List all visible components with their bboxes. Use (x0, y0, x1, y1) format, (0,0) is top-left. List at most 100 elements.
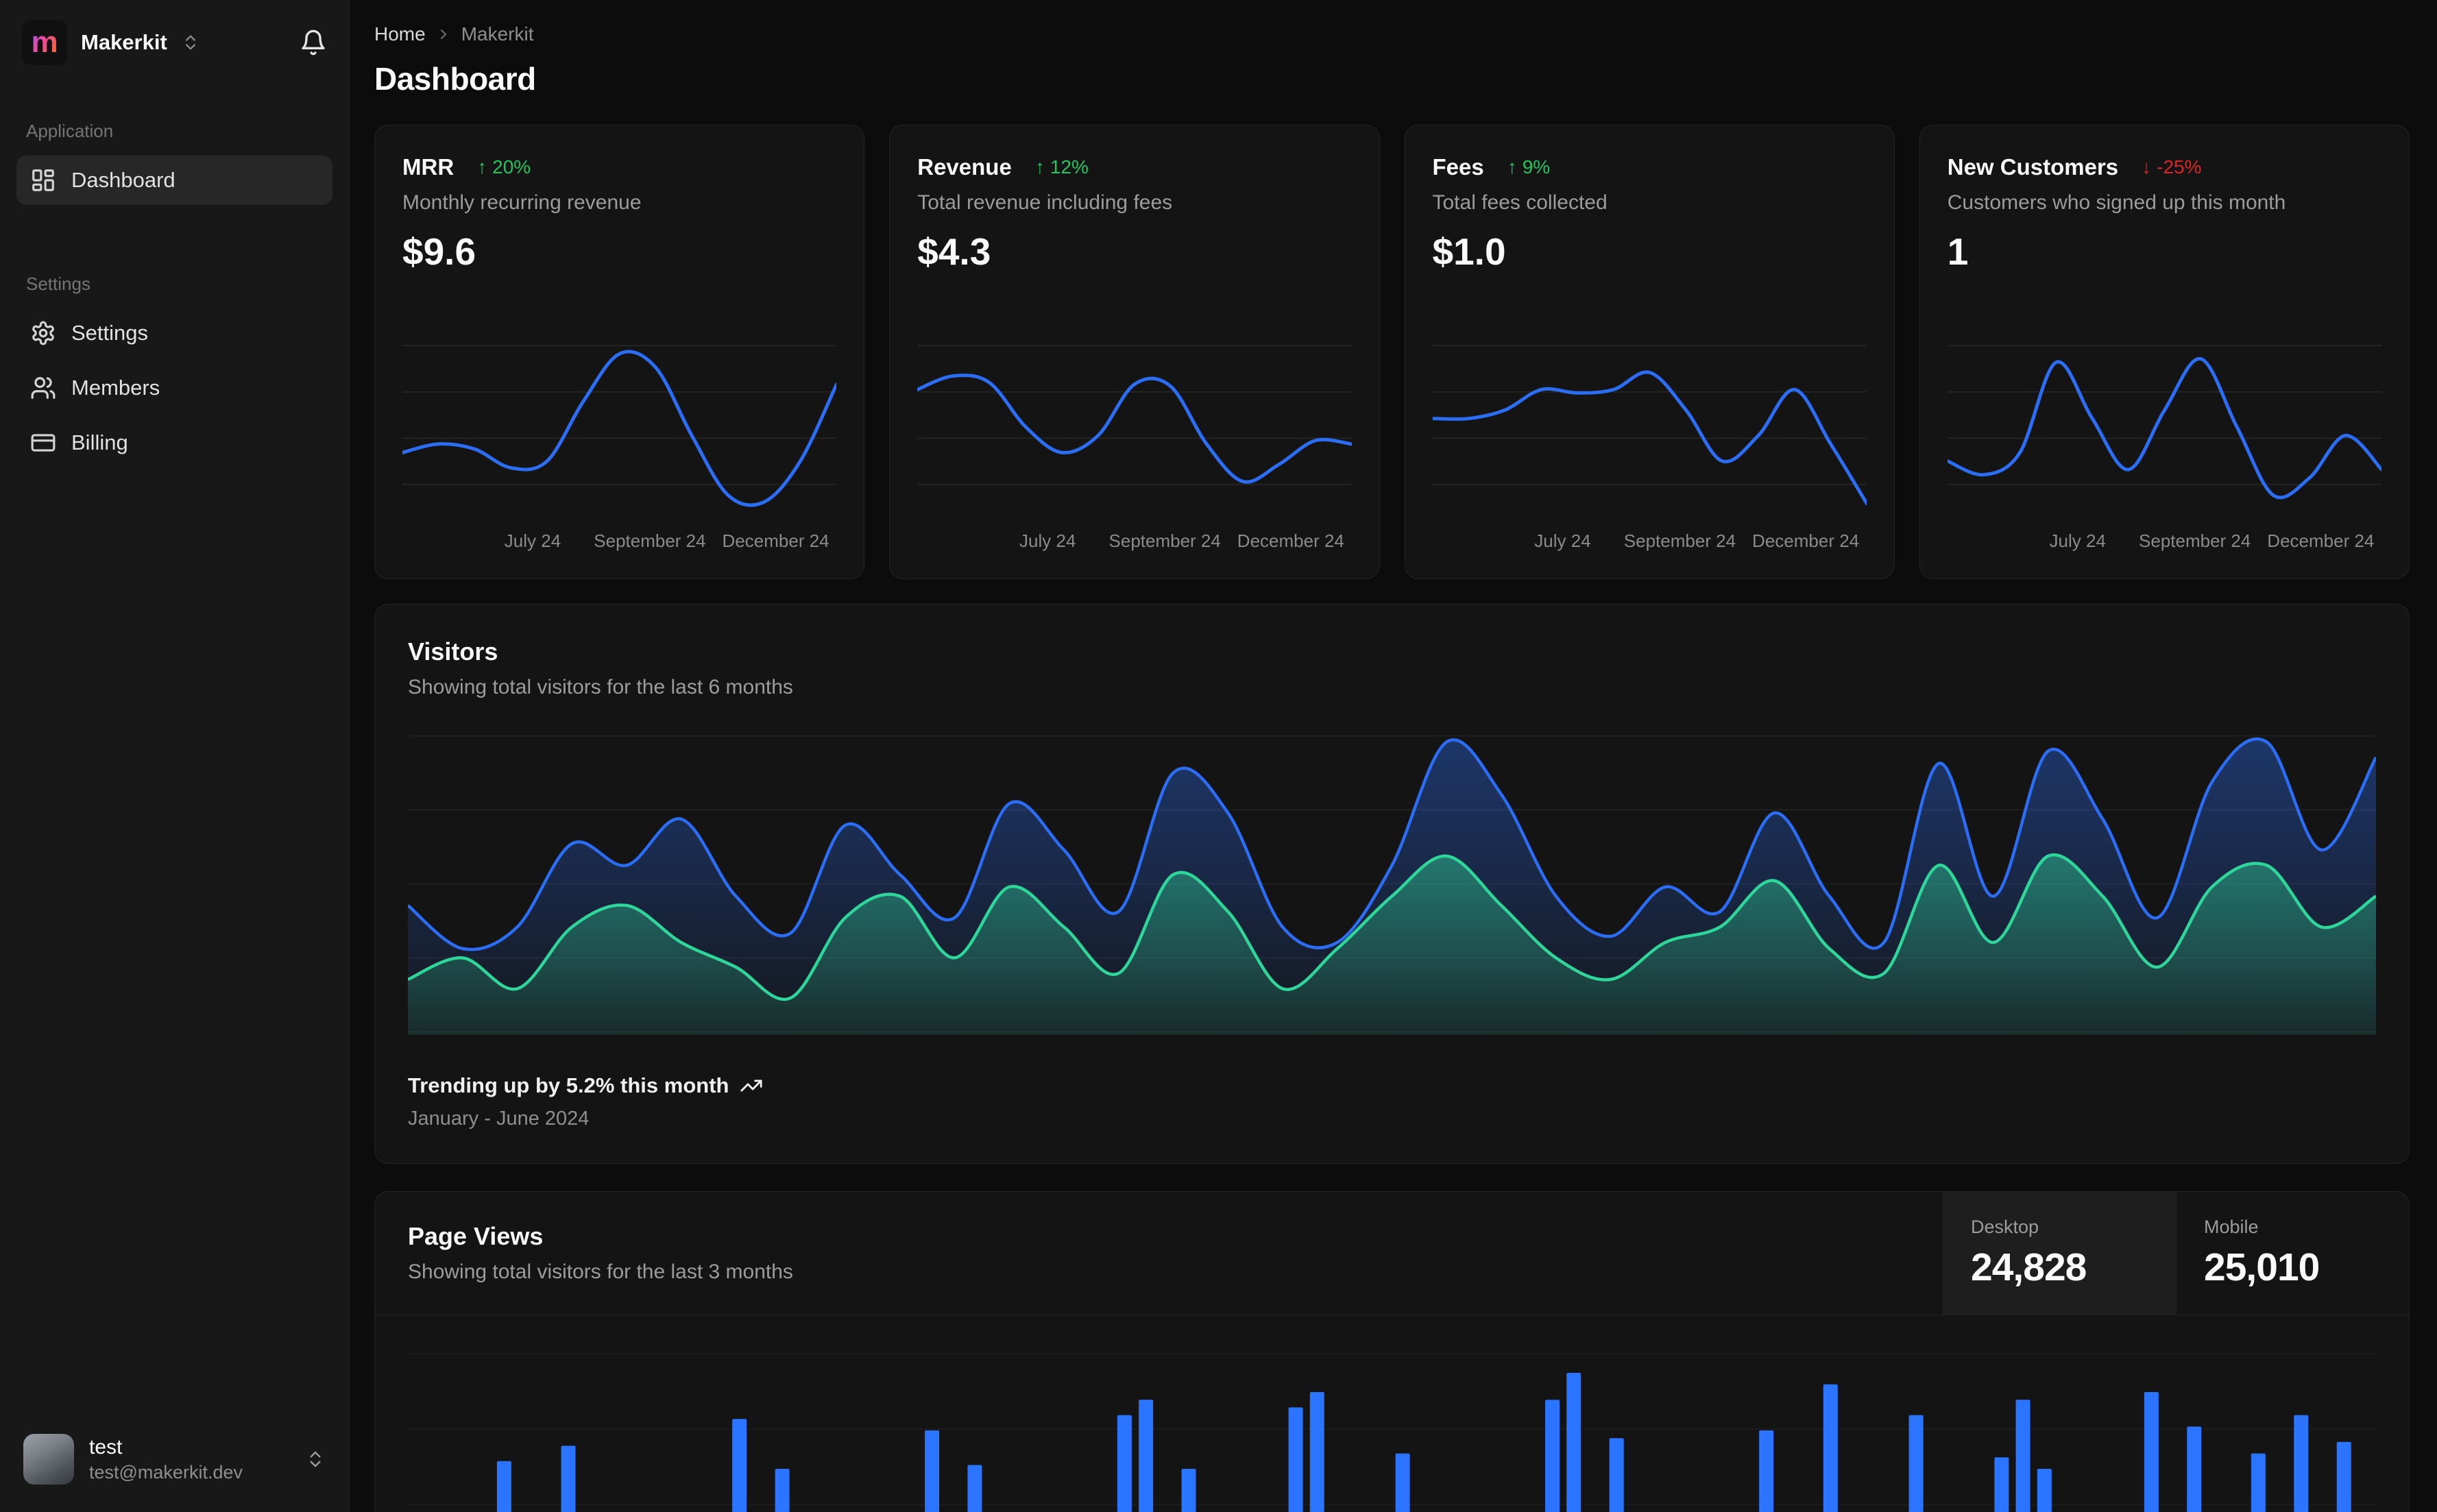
sidebar-header: m Makerkit (16, 0, 332, 85)
visitors-area-chart (408, 727, 2376, 1035)
sidebar: m Makerkit Application Dashboard Setting… (0, 0, 350, 1512)
stat-label: Desktop (1971, 1217, 2039, 1237)
bell-icon (302, 29, 325, 56)
stat-card-mrr: MRR ↑ 20% Monthly recurring revenue $9.6 … (374, 125, 865, 579)
x-tick: September 24 (2139, 531, 2251, 551)
sidebar-item-label: Settings (71, 321, 149, 345)
x-tick: December 24 (1237, 531, 1344, 551)
sidebar-item-dashboard[interactable]: Dashboard (16, 156, 332, 205)
trend-badge: ↑ 20% (477, 156, 531, 178)
notifications-button[interactable] (300, 29, 327, 56)
stat-card-fees: Fees ↑ 9% Total fees collected $1.0 July … (1404, 125, 1895, 579)
chevron-right-icon (440, 29, 446, 39)
stat-card-new-customers: New Customers ↓ -25% Customers who signed… (1919, 125, 2410, 579)
trend-text: Trending up by 5.2% this month (408, 1073, 729, 1097)
x-tick: September 24 (594, 531, 706, 551)
stat-label: Mobile (2204, 1217, 2259, 1237)
x-tick: December 24 (722, 531, 829, 551)
trend-badge: ↑ 9% (1507, 156, 1551, 178)
dashboard-icon (32, 169, 54, 191)
sidebar-item-members[interactable]: Members (16, 363, 332, 413)
app-root: m Makerkit Application Dashboard Setting… (0, 0, 2437, 1512)
sparkline-x-labels: July 24 September 24 December 24 (402, 531, 836, 558)
card-subtitle: Customers who signed up this month (1947, 191, 2286, 214)
card-subtitle: Monthly recurring revenue (402, 191, 642, 214)
users-icon (31, 377, 56, 399)
bar-chart-svg (408, 1353, 2376, 1512)
stat-value: 24,828 (1971, 1245, 2087, 1289)
card-title: Fees (1432, 154, 1484, 180)
sparkline-svg (1432, 345, 1867, 506)
trend-range: January - June 2024 (408, 1108, 590, 1130)
x-tick: July 24 (1019, 531, 1076, 551)
chevrons-up-down-icon (310, 1451, 321, 1467)
stat-toggle-desktop[interactable]: Desktop 24,828 (1943, 1192, 2176, 1315)
gear-icon (32, 321, 54, 345)
trend-row: Trending up by 5.2% this month (408, 1073, 2376, 1098)
stat-cards-row: MRR ↑ 20% Monthly recurring revenue $9.6 … (374, 125, 2410, 579)
page-views-bar-chart (375, 1315, 2409, 1512)
page-title: Dashboard (374, 61, 536, 97)
sparkline-svg (917, 345, 1352, 485)
sparkline-chart: July 24 September 24 December 24 (1947, 334, 2381, 558)
sparkline-chart: July 24 September 24 December 24 (402, 334, 837, 558)
sidebar-item-billing[interactable]: Billing (16, 418, 332, 467)
sparkline-svg (1947, 345, 2381, 500)
makerkit-logo: m (22, 20, 67, 65)
x-tick: July 24 (2049, 531, 2106, 551)
sidebar-item-settings[interactable]: Settings (16, 308, 332, 358)
page-views-titles: Page Views Showing total visitors for th… (375, 1192, 1943, 1315)
card-subtitle: Total fees collected (1432, 191, 1608, 214)
visitors-title: Visitors (408, 637, 498, 666)
sidebar-item-label: Members (71, 376, 160, 400)
visitors-panel: Visitors Showing total visitors for the … (374, 604, 2410, 1164)
visitors-subtitle: Showing total visitors for the last 6 mo… (408, 676, 793, 698)
card-value: $4.3 (917, 230, 991, 273)
user-name: test (89, 1435, 123, 1459)
nav-section-settings: Settings (26, 273, 90, 294)
card-title: New Customers (1947, 154, 2119, 180)
card-value: $1.0 (1432, 230, 1506, 273)
page-views-subtitle: Showing total visitors for the last 3 mo… (408, 1260, 793, 1283)
x-tick: September 24 (1108, 531, 1221, 551)
card-value: $9.6 (402, 230, 476, 273)
trending-up-icon (740, 1080, 763, 1092)
sidebar-item-label: Billing (71, 430, 128, 454)
credit-card-icon (31, 434, 56, 452)
card-title: MRR (402, 154, 454, 180)
trend-badge: ↑ 12% (1034, 156, 1089, 178)
card-title: Revenue (917, 154, 1012, 180)
x-tick: December 24 (1752, 531, 1860, 551)
sidebar-item-label: Dashboard (71, 168, 175, 192)
sparkline-chart: July 24 September 24 December 24 (1432, 334, 1867, 558)
sparkline-x-labels: July 24 September 24 December 24 (1433, 531, 1867, 558)
card-value: 1 (1947, 230, 1969, 273)
user-meta: test test@makerkit.dev (89, 1436, 243, 1483)
main-content: Home Makerkit Dashboard MRR ↑ 20% Monthly… (350, 0, 2437, 1512)
stat-value: 25,010 (2204, 1245, 2320, 1289)
breadcrumb-current: Makerkit (461, 23, 534, 45)
visitors-chart-svg (408, 735, 2376, 1035)
stat-card-revenue: Revenue ↑ 12% Total revenue including fee… (889, 125, 1380, 579)
stat-toggle-mobile[interactable]: Mobile 25,010 (2176, 1192, 2409, 1315)
logo-letter: m (31, 25, 58, 59)
page-views-panel: Page Views Showing total visitors for th… (374, 1191, 2410, 1512)
sparkline-x-labels: July 24 September 24 December 24 (917, 531, 1351, 558)
workspace-name: Makerkit (81, 30, 167, 54)
sparkline-chart: July 24 September 24 December 24 (917, 334, 1352, 558)
workspace-selector[interactable]: m Makerkit (22, 20, 200, 65)
sidebar-nav: Application Dashboard Settings Settings … (16, 85, 332, 473)
breadcrumb: Home Makerkit (374, 23, 2410, 45)
x-tick: December 24 (2267, 531, 2375, 551)
chevrons-up-down-icon (185, 35, 195, 50)
breadcrumb-home[interactable]: Home (374, 23, 426, 45)
sparkline-svg (402, 345, 837, 507)
card-subtitle: Total revenue including fees (917, 191, 1173, 214)
user-email: test@makerkit.dev (89, 1461, 243, 1483)
page-views-header: Page Views Showing total visitors for th… (375, 1192, 2409, 1315)
page-views-title: Page Views (408, 1222, 544, 1250)
user-menu[interactable]: test test@makerkit.dev (16, 1424, 332, 1494)
avatar (23, 1434, 74, 1485)
x-tick: July 24 (1534, 531, 1591, 551)
x-tick: September 24 (1623, 531, 1736, 551)
